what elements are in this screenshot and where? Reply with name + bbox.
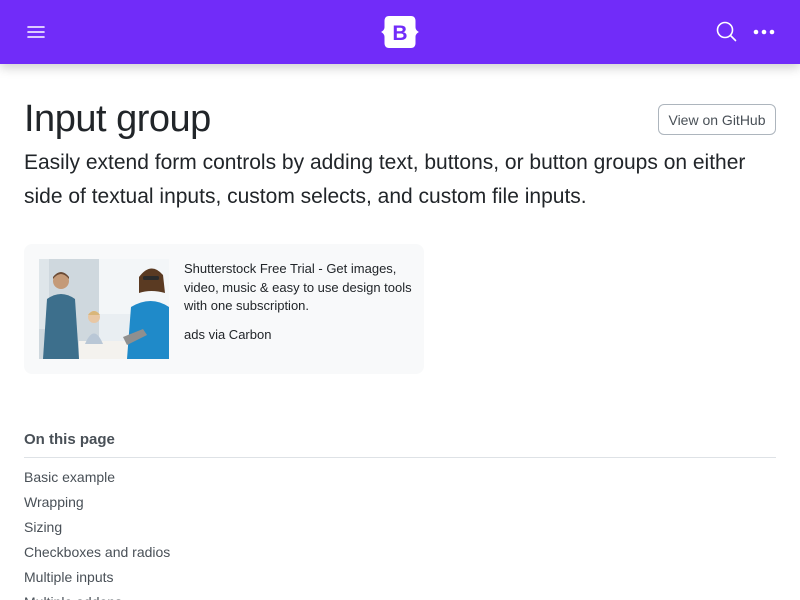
page-lead: Easily extend form controls by adding te… bbox=[24, 151, 746, 208]
toc-item-multiple-addons[interactable]: Multiple addons bbox=[24, 592, 170, 600]
toc-item-basic-example[interactable]: Basic example bbox=[24, 467, 170, 492]
toc-item-checkboxes-and-radios[interactable]: Checkboxes and radios bbox=[24, 542, 170, 567]
toc-title: On this page bbox=[24, 431, 115, 448]
bootstrap-logo-icon[interactable]: B bbox=[380, 12, 420, 52]
search-icon[interactable] bbox=[714, 19, 738, 43]
carbon-ad: Shutterstock Free Trial - Get images, vi… bbox=[24, 244, 424, 374]
hamburger-menu-icon[interactable] bbox=[24, 20, 48, 44]
ads-via-carbon-link[interactable]: ads via Carbon bbox=[184, 327, 271, 342]
brand-letter: B bbox=[392, 22, 407, 45]
view-on-github-button[interactable]: View on GitHub bbox=[658, 104, 776, 135]
toc-item-sizing[interactable]: Sizing bbox=[24, 517, 170, 542]
toc-item-wrapping[interactable]: Wrapping bbox=[24, 492, 170, 517]
ad-text-link[interactable]: Shutterstock Free Trial - Get images, vi… bbox=[184, 260, 414, 316]
toc-divider bbox=[24, 457, 776, 458]
page-title: Input group bbox=[24, 98, 211, 140]
top-navbar: B bbox=[0, 0, 800, 64]
more-horizontal-icon[interactable] bbox=[752, 20, 776, 44]
toc-list: Basic example Wrapping Sizing Checkboxes… bbox=[24, 467, 170, 600]
ad-image[interactable] bbox=[39, 259, 169, 359]
toc-item-multiple-inputs[interactable]: Multiple inputs bbox=[24, 567, 170, 592]
